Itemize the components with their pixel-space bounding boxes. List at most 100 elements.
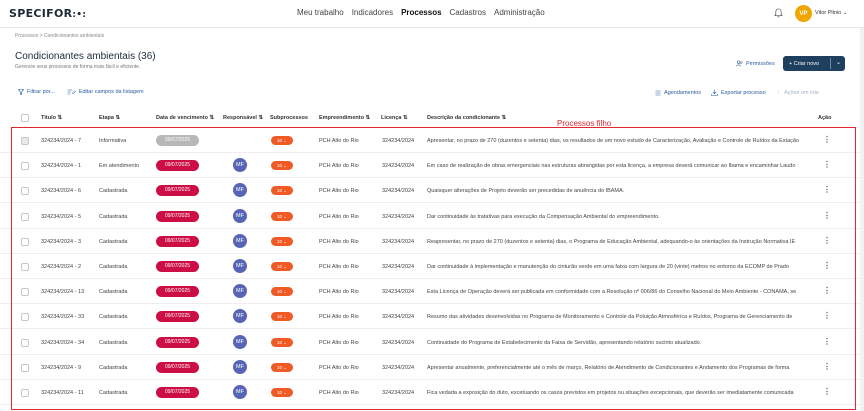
scrollbar[interactable] (860, 28, 864, 411)
nav-cadastros[interactable]: Cadastros (450, 8, 486, 17)
responsible-avatar[interactable]: MF (233, 183, 247, 198)
row-actions-icon[interactable]: ⋮ (823, 286, 831, 295)
responsible-avatar[interactable]: MF (233, 233, 247, 248)
schedules-label: Agendamentos (664, 89, 701, 96)
subprocess-badge[interactable]: 10 ⌄ (271, 186, 293, 196)
row-checkbox[interactable] (21, 313, 29, 322)
row-checkbox[interactable] (21, 162, 29, 171)
due-date-badge: 09/07/2025 (156, 311, 199, 323)
row-actions-icon[interactable]: ⋮ (823, 160, 831, 169)
subprocess-badge[interactable]: 10 ⌄ (271, 236, 293, 246)
cell-titulo[interactable]: 324234/2024 - 33 (41, 314, 84, 320)
row-checkbox[interactable] (21, 363, 29, 372)
cell-titulo[interactable]: 324234/2024 - 1 (41, 163, 81, 169)
subprocess-badge[interactable]: 10 ⌄ (271, 262, 293, 271)
breadcrumb[interactable]: Processos > Condicionantes ambientais (15, 33, 104, 39)
table-row[interactable]: 324234/2024 - 2 Cadastrada 09/07/2025 MF 10 … (0, 255, 864, 279)
batch-actions-button[interactable]: ⋮ Ações em lote (776, 89, 819, 96)
permissions-button[interactable]: Permissões (736, 60, 775, 67)
cell-licenca: 324234/2024 (382, 314, 415, 321)
table-row[interactable]: 324234/2024 - 11 Cadastrada 09/07/2025 MF 10… (0, 381, 864, 405)
row-checkbox[interactable] (21, 389, 29, 397)
row-checkbox[interactable] (21, 137, 29, 145)
row-checkbox[interactable] (21, 212, 29, 221)
table-row[interactable]: 324234/2024 - 33 Cadastrada 09/07/2025 MF 10… (0, 305, 864, 330)
cell-descricao: Apresentar, no prazo de 270 (duzentos e … (427, 138, 799, 144)
subprocess-badge[interactable]: 10 ⌄ (271, 337, 293, 347)
responsible-avatar[interactable]: MF (233, 284, 247, 299)
subprocess-badge[interactable]: 10 ⌄ (271, 388, 293, 397)
cell-titulo[interactable]: 324234/2024 - 34 (41, 340, 84, 346)
cell-titulo[interactable]: 324234/2024 - 6 (41, 188, 81, 194)
row-checkbox[interactable] (21, 338, 29, 347)
row-actions-icon[interactable]: ⋮ (823, 362, 831, 371)
responsible-avatar[interactable]: MF (233, 334, 247, 349)
table-row[interactable]: 324234/2024 - 3 Cadastrada 09/07/2025 MF 10 … (0, 230, 864, 254)
row-actions-icon[interactable]: ⋮ (823, 135, 831, 144)
row-actions-icon[interactable]: ⋮ (823, 337, 831, 346)
col-responsavel[interactable]: Responsável ⇅ (223, 115, 263, 121)
cell-empreendimento: PCH Alto do Rio (319, 138, 359, 144)
subprocess-badge[interactable]: 10 ⌄ (271, 161, 293, 171)
subprocess-badge[interactable]: 10 ⌄ (271, 312, 293, 322)
col-titulo[interactable]: Título ⇅ (41, 115, 62, 121)
responsible-avatar[interactable]: MF (233, 158, 247, 173)
responsible-avatar[interactable]: MF (233, 309, 247, 324)
create-new-button[interactable]: + Criar novo ⌄ (783, 56, 845, 71)
nav-administracao[interactable]: Administração (494, 8, 545, 17)
row-checkbox[interactable] (21, 263, 29, 271)
row-actions-icon[interactable]: ⋮ (823, 387, 831, 396)
schedules-button[interactable]: Agendamentos (655, 89, 701, 96)
row-actions-icon[interactable]: ⋮ (823, 211, 831, 220)
cell-titulo[interactable]: 324234/2024 - 7 (41, 138, 81, 144)
subprocess-badge[interactable]: 10 ⌄ (271, 287, 293, 297)
row-actions-icon[interactable]: ⋮ (823, 311, 831, 320)
user-menu[interactable]: Vitor Plinio ⌄ (815, 10, 847, 16)
responsible-avatar[interactable]: MF (233, 208, 247, 223)
row-actions-icon[interactable]: ⋮ (823, 185, 831, 194)
due-date-badge: 09/07/2025 (156, 261, 199, 272)
export-button[interactable]: Exportar processo (711, 89, 766, 96)
subprocess-badge[interactable]: 10 ⌄ (271, 362, 293, 372)
cell-titulo[interactable]: 324234/2024 - 3 (41, 239, 81, 245)
col-vencimento[interactable]: Data de vencimento ⇅ (156, 115, 214, 121)
col-empreendimento[interactable]: Empreendimento ⇅ (319, 115, 370, 121)
cell-titulo[interactable]: 324234/2024 - 2 (41, 264, 81, 270)
subprocess-badge[interactable]: 10 ⌄ (271, 136, 293, 145)
table-row[interactable]: 324234/2024 - 5 Cadastrada 09/07/2025 MF 10 … (0, 205, 864, 229)
col-etapa[interactable]: Etapa ⇅ (99, 115, 120, 121)
select-all-checkbox[interactable] (21, 114, 29, 122)
cell-titulo[interactable]: 324234/2024 - 11 (41, 390, 84, 396)
responsible-avatar[interactable]: MF (233, 259, 247, 273)
filter-button[interactable]: Filtrar por... (18, 89, 55, 95)
chevron-down-icon[interactable]: ⌄ (836, 59, 841, 66)
user-avatar[interactable]: VP (795, 5, 812, 22)
bell-icon[interactable] (774, 8, 783, 18)
table-row[interactable]: 324234/2024 - 1 Em atendimento 09/07/2025 M… (0, 154, 864, 179)
nav-indicadores[interactable]: Indicadores (352, 8, 393, 17)
row-checkbox[interactable] (21, 288, 29, 297)
row-actions-icon[interactable]: ⋮ (823, 236, 831, 245)
subprocess-badge[interactable]: 10 ⌄ (271, 211, 293, 221)
col-licenca[interactable]: Licença ⇅ (381, 115, 408, 121)
responsible-avatar[interactable]: MF (233, 359, 247, 374)
list-icon (655, 90, 661, 95)
create-new-label: + Criar novo (789, 60, 820, 67)
row-checkbox[interactable] (21, 187, 29, 196)
table-row[interactable]: 324234/2024 - 6 Cadastrada 09/07/2025 MF 10 … (0, 179, 864, 204)
cell-titulo[interactable]: 324234/2024 - 9 (41, 365, 81, 371)
cell-titulo[interactable]: 324234/2024 - 5 (41, 214, 81, 220)
nav-meu-trabalho[interactable]: Meu trabalho (297, 8, 344, 17)
table-row[interactable]: 324234/2024 - 7 Informativa 09/07/2025 10 ⌄… (0, 129, 864, 153)
table-row[interactable]: 324234/2024 - 13 Cadastrada 09/07/2025 MF 10… (0, 280, 864, 305)
edit-fields-button[interactable]: Editar campos da listagem (67, 89, 144, 95)
cell-titulo[interactable]: 324234/2024 - 13 (41, 289, 84, 295)
responsible-avatar[interactable]: MF (233, 385, 247, 399)
table-row[interactable]: 324234/2024 - 34 Cadastrada 09/07/2025 MF 10… (0, 331, 864, 355)
table-row[interactable]: 324234/2024 - 9 Cadastrada 09/07/2025 MF 10 … (0, 356, 864, 380)
app-logo[interactable]: SPECIFOR:•: (9, 7, 86, 20)
nav-processos[interactable]: Processos (401, 8, 441, 17)
col-descricao[interactable]: Descrição da condicionante ⇅ (427, 115, 506, 121)
row-checkbox[interactable] (21, 237, 29, 246)
row-actions-icon[interactable]: ⋮ (823, 261, 831, 270)
